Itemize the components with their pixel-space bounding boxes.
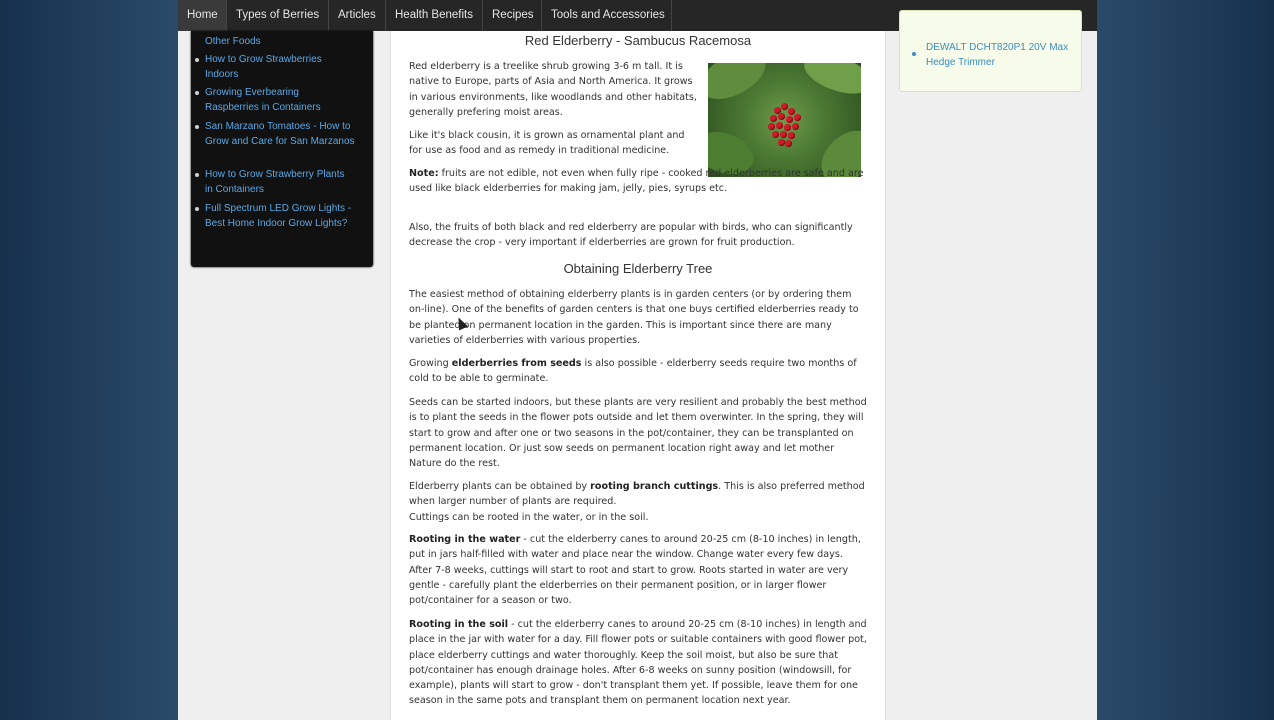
bullet-icon	[195, 207, 199, 211]
berry-shape	[785, 140, 792, 147]
recent-post-link[interactable]: Growing Everbearing Raspberries in Conta…	[205, 87, 321, 113]
list-item: San Marzano Tomatoes - How to Grow and C…	[195, 119, 355, 150]
nav-tools-and-accessories[interactable]: Tools and Accessories	[542, 0, 674, 31]
recent-post-link[interactable]: How to Grow Strawberries Indoors	[205, 54, 322, 80]
leaf-shape	[708, 63, 773, 106]
recent-post-link[interactable]: San Marzano Tomatoes - How to Grow and C…	[205, 121, 355, 147]
link-rooting-branch-cuttings[interactable]: rooting branch cuttings	[590, 481, 718, 492]
nav-articles[interactable]: Articles	[329, 0, 385, 31]
bullet-icon	[912, 52, 916, 56]
paragraph: The easiest method of obtaining elderber…	[409, 289, 859, 346]
berry-shape	[780, 131, 787, 138]
berry-shape	[776, 122, 783, 129]
berry-shape	[794, 114, 801, 121]
list-item: How to Grow Strawberry Plants in Contain…	[195, 167, 355, 198]
article-heading: Red Elderberry - Sambucus Racemosa	[524, 33, 752, 48]
product-link[interactable]: DEWALT DCHT820P1 20V Max Hedge Trimmer	[926, 40, 1074, 71]
page-background-left	[0, 0, 178, 720]
page-wrapper: Home Types of Berries Articles Health Be…	[178, 0, 1097, 720]
berry-shape	[786, 116, 793, 123]
nav-home[interactable]: Home	[178, 0, 227, 31]
nav-types-of-berries[interactable]: Types of Berries	[227, 0, 328, 31]
paragraph: Rooting in the water - cut the elderberr…	[409, 532, 867, 608]
list-item: Full Spectrum LED Grow Lights - Best Hom…	[195, 201, 355, 232]
berry-shape	[792, 123, 799, 130]
recent-post-link[interactable]: How to Grow Strawberry Plants in Contain…	[205, 169, 345, 195]
paragraph: Rooting in the soil - cut the elderberry…	[409, 617, 867, 709]
berry-shape	[781, 103, 788, 110]
red-elderberry-photo	[708, 63, 861, 177]
berry-shape	[770, 115, 777, 122]
recent-post-link[interactable]: Full Spectrum LED Grow Lights - Best Hom…	[205, 203, 351, 229]
bullet-icon	[195, 125, 199, 129]
recent-post-link[interactable]: Other Foods	[205, 36, 261, 47]
nav-recipes[interactable]: Recipes	[483, 0, 543, 31]
paragraph: Like it's black cousin, it is grown as o…	[409, 130, 685, 157]
main-article: Red Elderberry - Sambucus Racemosa Red e…	[390, 31, 886, 720]
berry-shape	[768, 123, 775, 130]
paragraph: Also, the fruits of both black and red e…	[409, 222, 853, 249]
bullet-icon	[195, 58, 199, 62]
section-heading: Obtaining Elderberry Tree	[563, 261, 713, 276]
sidebar-recent-posts: Other Foods How to Grow Strawberries Ind…	[191, 31, 373, 267]
paragraph: Growing elderberries from seeds is also …	[409, 356, 867, 387]
berry-shape	[788, 132, 795, 139]
berry-shape	[778, 139, 785, 146]
leaf-shape	[799, 63, 861, 105]
rooting-water-label: Rooting in the water	[409, 534, 521, 545]
link-elderberries-from-seeds[interactable]: elderberries from seeds	[452, 358, 582, 369]
paragraph: Seeds can be started indoors, but these …	[409, 397, 867, 470]
note-text: fruits are not edible, not even when ful…	[409, 168, 864, 195]
text-span: Cuttings can be rooted in the water, or …	[409, 511, 649, 523]
text-span: Elderberry plants can be obtained by	[409, 481, 591, 492]
bullet-icon	[195, 173, 199, 177]
nav-divider	[671, 0, 672, 31]
text-span: Growing	[409, 358, 452, 369]
sidebar-products: DEWALT DCHT820P1 20V Max Hedge Trimmer	[899, 10, 1082, 92]
rooting-soil-label: Rooting in the soil	[409, 619, 509, 630]
paragraph: Elderberry plants can be obtained by roo…	[409, 479, 867, 525]
list-item: Other Foods	[205, 34, 355, 49]
berry-shape	[778, 113, 785, 120]
nav-health-benefits[interactable]: Health Benefits	[386, 0, 482, 31]
paragraph: Note: fruits are not edible, not even wh…	[409, 166, 867, 197]
paragraph: Red elderberry is a treelike shrub growi…	[409, 61, 697, 118]
list-item: Growing Everbearing Raspberries in Conta…	[195, 85, 355, 116]
page-background-right	[1097, 0, 1274, 720]
text-span: - cut the elderberry canes to around 20-…	[409, 619, 867, 707]
berry-shape	[784, 124, 791, 131]
berry-shape	[772, 131, 779, 138]
berry-shape	[788, 108, 795, 115]
list-item: How to Grow Strawberries Indoors	[195, 52, 355, 83]
note-label: Note:	[409, 168, 439, 179]
bullet-icon	[195, 91, 199, 95]
